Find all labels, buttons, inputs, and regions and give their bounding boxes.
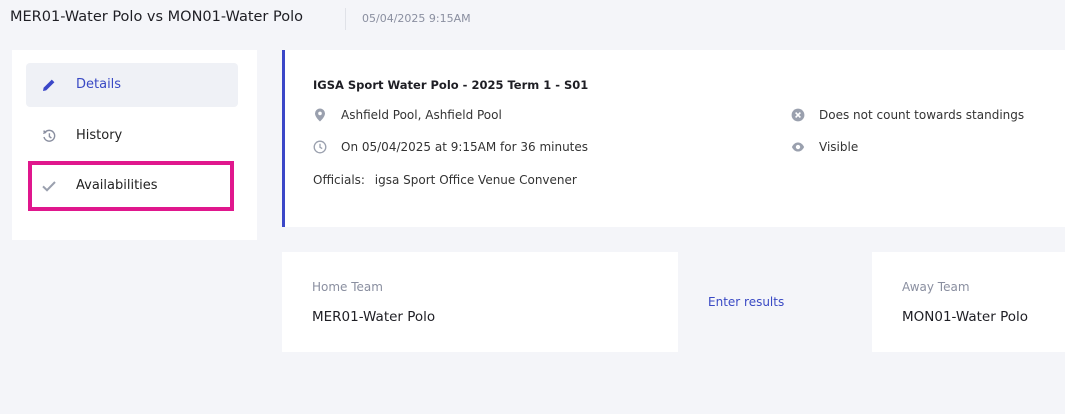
- pencil-icon: [40, 76, 58, 94]
- location-pin-icon: [313, 108, 327, 122]
- visibility-text: Visible: [819, 140, 859, 154]
- venue-text: Ashfield Pool, Ashfield Pool: [341, 108, 502, 122]
- home-team-label: Home Team: [312, 280, 383, 294]
- clock-icon: [313, 140, 327, 154]
- league-name: IGSA Sport Water Polo - 2025 Term 1 - S0…: [313, 78, 589, 92]
- match-info-card: IGSA Sport Water Polo - 2025 Term 1 - S0…: [282, 50, 1065, 227]
- standings-row: Does not count towards standings: [791, 108, 1024, 122]
- standings-text: Does not count towards standings: [819, 108, 1025, 122]
- sidebar-item-history[interactable]: History: [26, 114, 238, 158]
- away-team-name: MON01-Water Polo: [902, 309, 1029, 325]
- venue-row: Ashfield Pool, Ashfield Pool: [313, 108, 502, 122]
- history-icon: [40, 127, 58, 145]
- sidebar-item-label: Details: [76, 77, 122, 92]
- officials-value: igsa Sport Office Venue Convener: [374, 173, 577, 187]
- page-header: MER01-Water Polo vs MON01-Water Polo 05/…: [0, 0, 1065, 40]
- page-title: MER01-Water Polo vs MON01-Water Polo: [10, 9, 304, 25]
- enter-results-link[interactable]: Enter results: [708, 295, 784, 309]
- home-team-card: Home Team MER01-Water Polo: [282, 252, 678, 352]
- home-team-name: MER01-Water Polo: [312, 309, 436, 325]
- sidebar-item-details[interactable]: Details: [26, 63, 238, 107]
- sidebar-item-label: History: [76, 128, 123, 143]
- away-team-card: Away Team MON01-Water Polo: [872, 252, 1065, 352]
- x-circle-icon: [791, 108, 805, 122]
- visibility-row: Visible: [791, 140, 858, 154]
- away-team-label: Away Team: [902, 280, 970, 294]
- schedule-row: On 05/04/2025 at 9:15AM for 36 minutes: [313, 140, 588, 154]
- officials-row: Officials: igsa Sport Office Venue Conve…: [313, 173, 577, 187]
- sidebar-nav: Details History Availabilities: [12, 50, 257, 240]
- officials-label: Officials:: [313, 173, 365, 187]
- eye-icon: [791, 140, 805, 154]
- schedule-text: On 05/04/2025 at 9:15AM for 36 minutes: [341, 140, 589, 154]
- header-divider: [345, 8, 346, 30]
- highlight-annotation: [28, 161, 234, 211]
- match-datetime: 05/04/2025 9:15AM: [362, 12, 471, 25]
